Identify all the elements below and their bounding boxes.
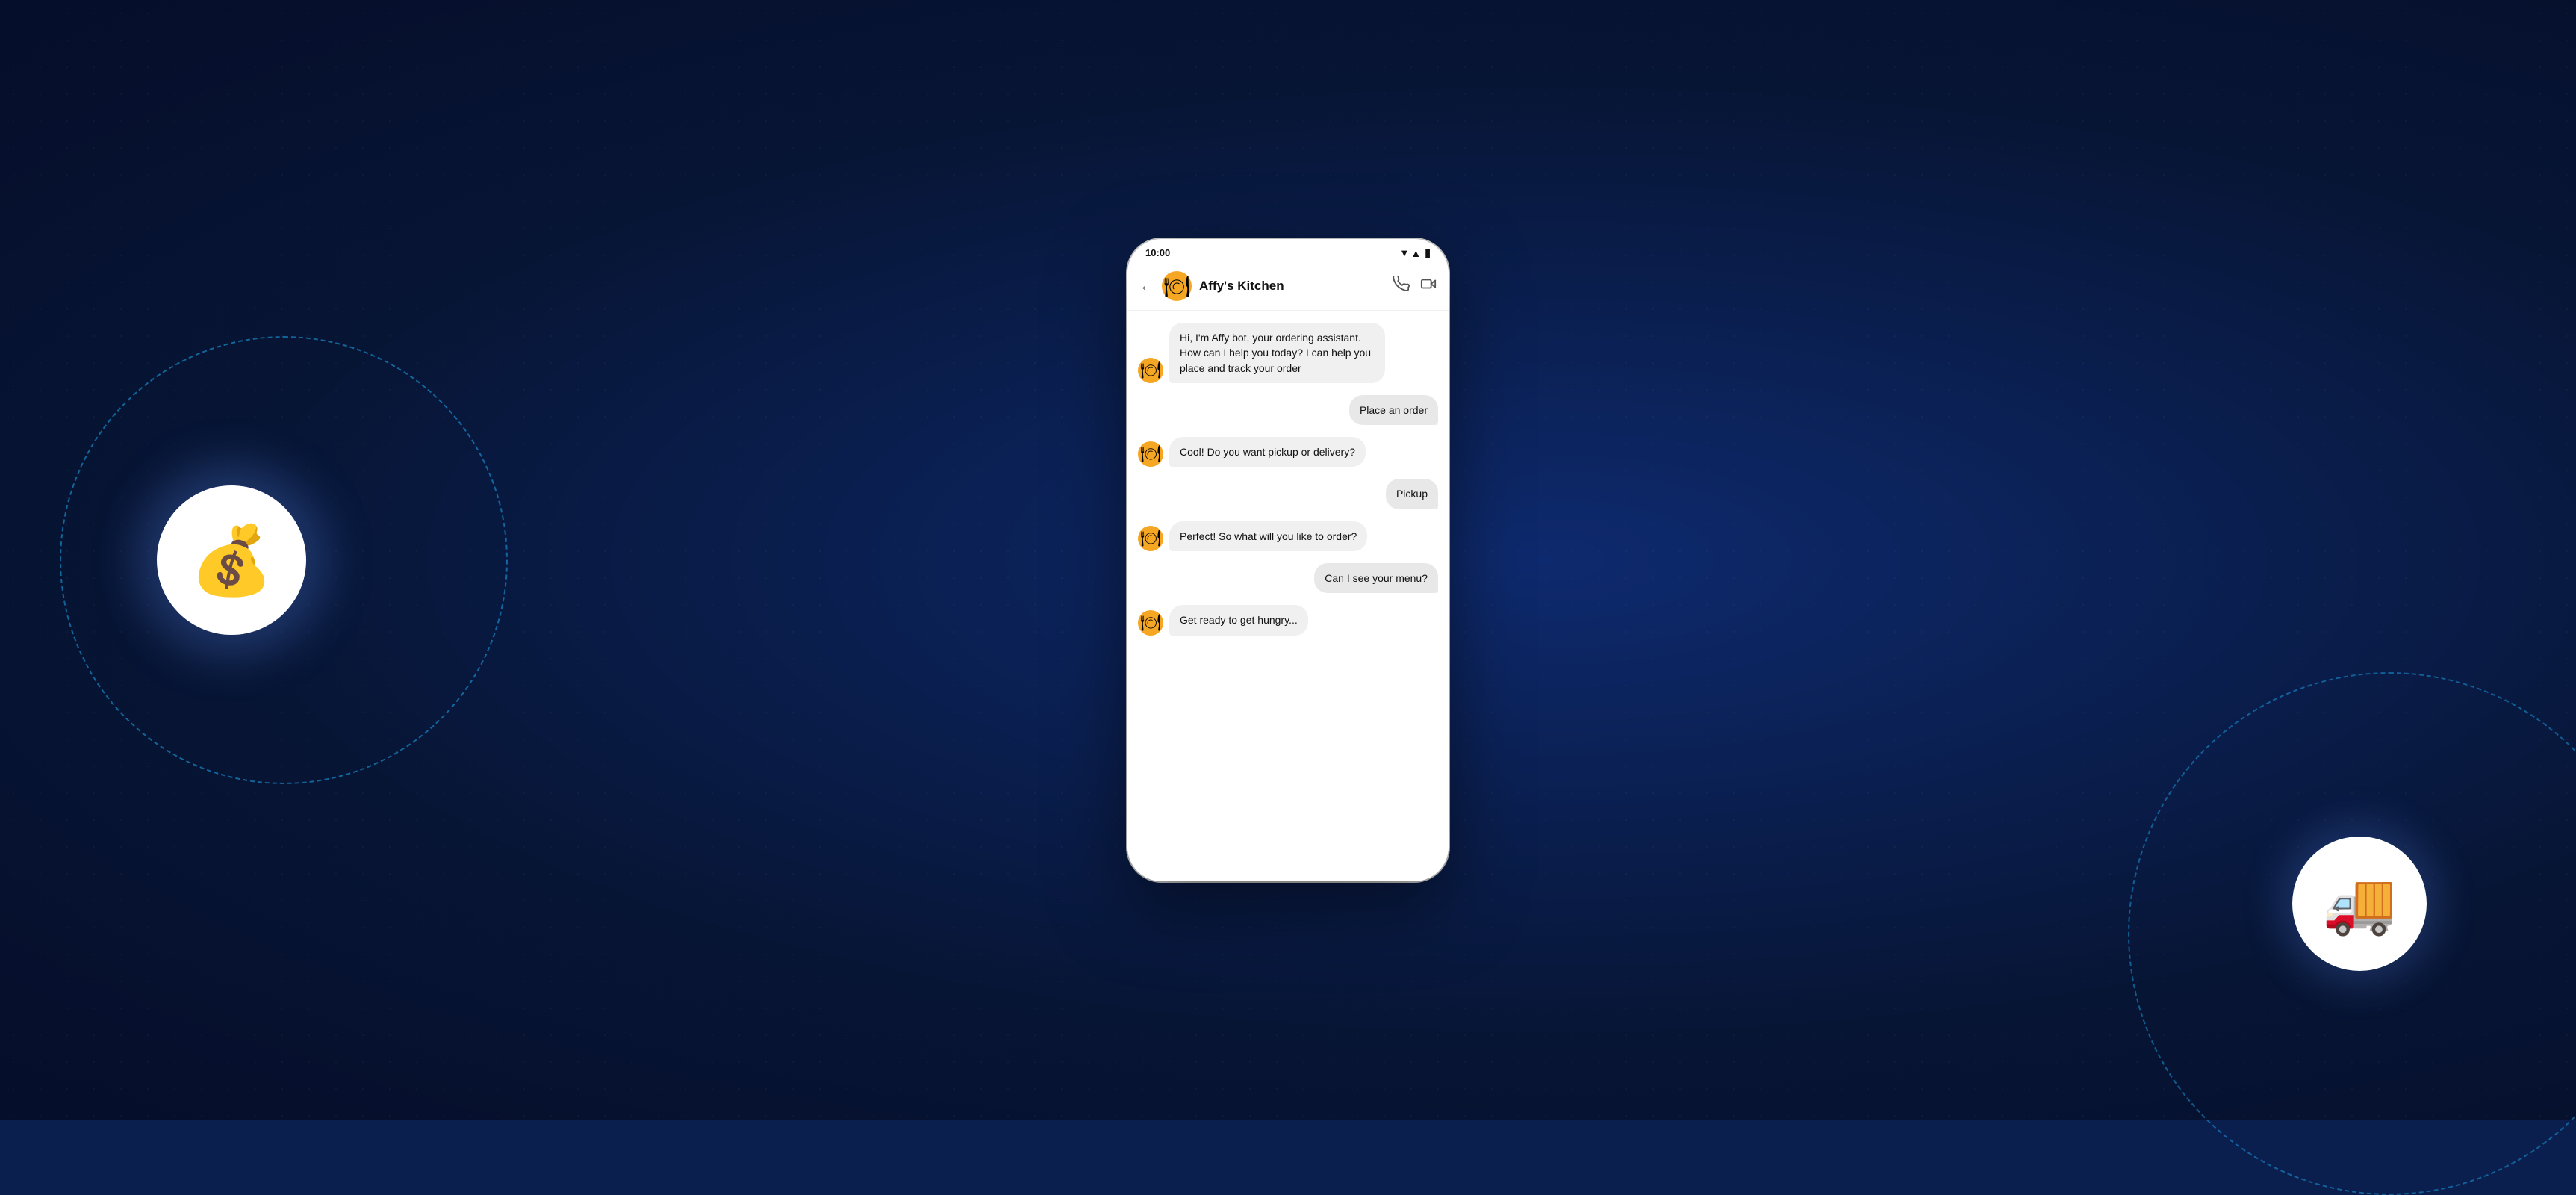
status-bar: 10:00 ▾ ▲ ▮	[1127, 239, 1449, 264]
bot-message-bubble: Hi, I'm Affy bot, your ordering assistan…	[1169, 323, 1385, 383]
bot-avatar: 🍽	[1138, 610, 1163, 636]
message-row: 🍽Hi, I'm Affy bot, your ordering assista…	[1138, 323, 1438, 383]
user-message-bubble: Pickup	[1386, 479, 1438, 509]
money-bag-circle: 💰	[157, 485, 306, 635]
delivery-truck-circle: 🚚	[2292, 836, 2427, 971]
bot-message-bubble: Get ready to get hungry...	[1169, 605, 1308, 635]
bot-avatar: 🍽	[1138, 441, 1163, 467]
message-row: Place an order	[1138, 395, 1438, 425]
bot-message-bubble: Cool! Do you want pickup or delivery?	[1169, 437, 1366, 467]
phone-call-button[interactable]	[1393, 276, 1410, 297]
header-actions	[1393, 276, 1437, 297]
header-title: Affy's Kitchen	[1199, 279, 1386, 294]
message-row: Can I see your menu?	[1138, 563, 1438, 593]
message-row: 🍽Cool! Do you want pickup or delivery?	[1138, 437, 1438, 467]
video-call-button[interactable]	[1420, 276, 1437, 297]
header-avatar-emoji: 🍽	[1163, 274, 1190, 299]
header-avatar: 🍽	[1162, 271, 1192, 301]
chat-header: ← 🍽 Affy's Kitchen	[1127, 264, 1449, 311]
phone-screen: 10:00 ▾ ▲ ▮ ← 🍽 Affy's Kitchen	[1127, 239, 1449, 881]
bot-avatar: 🍽	[1138, 358, 1163, 383]
user-message-bubble: Can I see your menu?	[1314, 563, 1438, 593]
user-message-bubble: Place an order	[1349, 395, 1438, 425]
message-row: 🍽Get ready to get hungry...	[1138, 605, 1438, 635]
status-icons: ▾ ▲ ▮	[1401, 246, 1431, 259]
delivery-truck-icon: 🚚	[2322, 869, 2397, 939]
money-bag-icon: 💰	[190, 521, 273, 600]
battery-icon: ▮	[1425, 246, 1431, 259]
signal-icon: ▲	[1410, 247, 1421, 259]
message-row: Pickup	[1138, 479, 1438, 509]
bot-message-bubble: Perfect! So what will you like to order?	[1169, 521, 1367, 551]
message-row: 🍽Perfect! So what will you like to order…	[1138, 521, 1438, 551]
phone-mockup: 10:00 ▾ ▲ ▮ ← 🍽 Affy's Kitchen	[1127, 239, 1449, 881]
wifi-icon: ▾	[1401, 246, 1407, 259]
chat-body[interactable]: 🍽Hi, I'm Affy bot, your ordering assista…	[1127, 311, 1449, 881]
status-time: 10:00	[1145, 247, 1170, 258]
back-button[interactable]: ←	[1139, 278, 1154, 295]
bot-avatar: 🍽	[1138, 526, 1163, 551]
